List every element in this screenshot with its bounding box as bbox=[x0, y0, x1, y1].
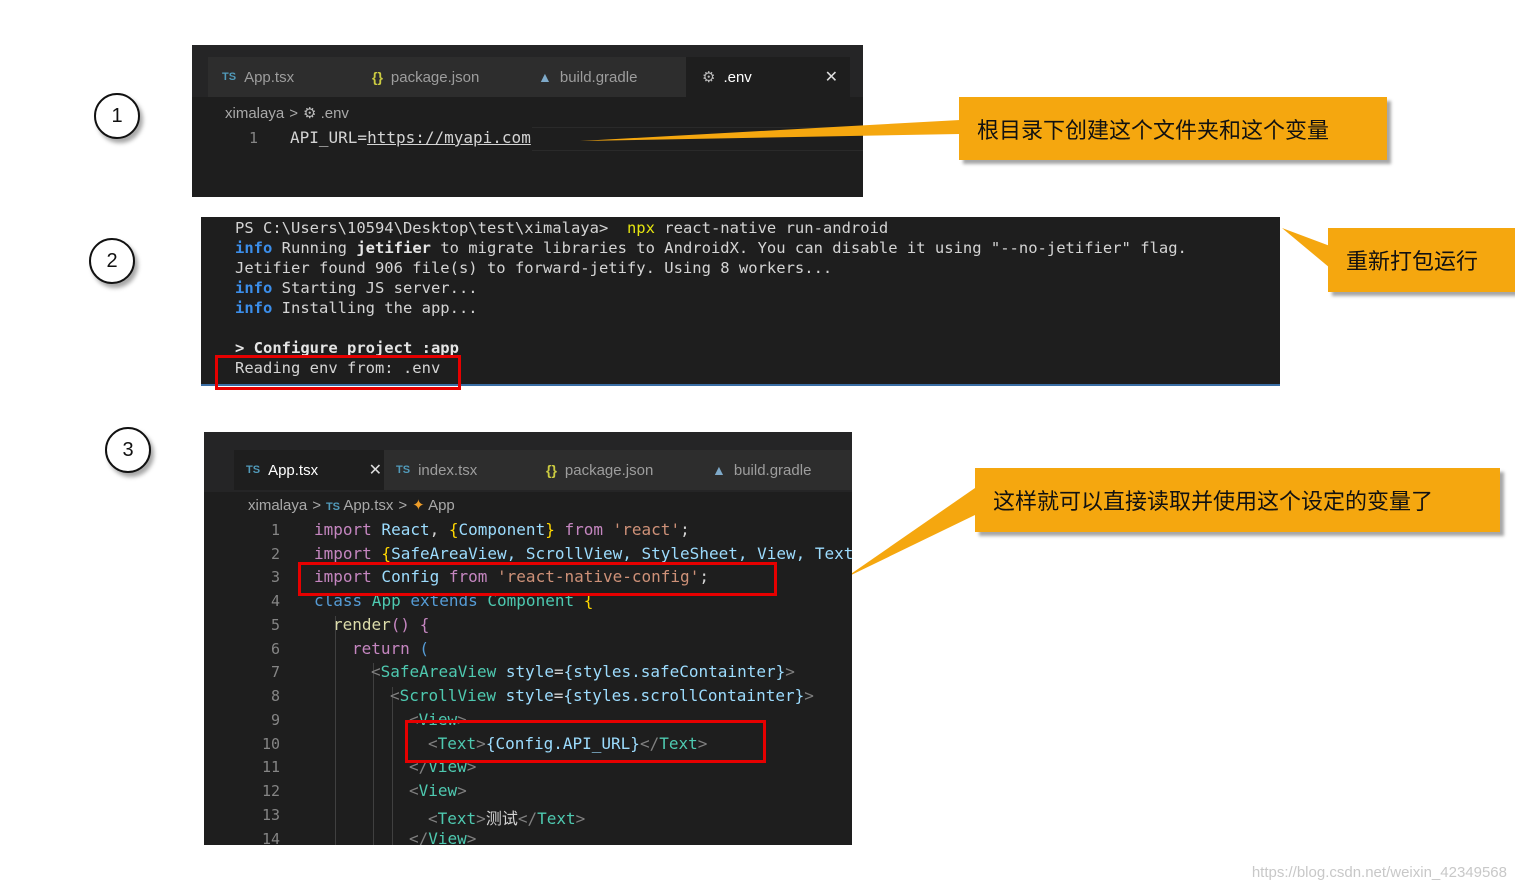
terminal-text: Running bbox=[272, 239, 357, 257]
info-label: info bbox=[235, 279, 273, 297]
line-number: 9 bbox=[270, 711, 280, 729]
info-label: info bbox=[235, 299, 273, 317]
jsx-tag: ScrollView bbox=[399, 686, 496, 705]
jsx-attr: style bbox=[496, 662, 555, 681]
info-label: info bbox=[235, 239, 273, 257]
tab-build-gradle[interactable]: ▲ build.gradle bbox=[698, 450, 852, 490]
callout-rebuild-run: 重新打包运行 bbox=[1328, 228, 1515, 292]
jsx-tag: View bbox=[418, 781, 458, 800]
code-line-12[interactable]: <View> bbox=[409, 781, 467, 800]
line-number: 5 bbox=[270, 616, 280, 634]
jsx-text: 测试 bbox=[485, 809, 518, 828]
brace: { bbox=[371, 544, 392, 563]
breadcrumb: ximalaya > TS App.tsx > ✦ App bbox=[248, 497, 455, 514]
terminal-line: info Starting JS server... bbox=[235, 279, 478, 297]
terminal-command: react-native run-android bbox=[654, 219, 889, 237]
typescript-icon: TS bbox=[246, 464, 261, 476]
identifier: Component bbox=[458, 520, 546, 539]
string: 'react' bbox=[612, 520, 681, 539]
keyword: return bbox=[352, 639, 410, 658]
tab-index-tsx[interactable]: TS index.tsx bbox=[384, 450, 544, 490]
terminal-line: info Running jetifier to migrate librari… bbox=[235, 239, 1187, 257]
line-number: 4 bbox=[270, 592, 280, 610]
line-number: 10 bbox=[261, 735, 280, 753]
highlight-import-config bbox=[298, 562, 777, 596]
indent-guide bbox=[373, 663, 374, 845]
keyword: import bbox=[314, 544, 372, 563]
breadcrumb-file[interactable]: App.tsx bbox=[343, 497, 393, 514]
terminal-line-command: PS C:\Users\10594\Desktop\test\ximalaya>… bbox=[235, 219, 888, 237]
brace: { bbox=[448, 520, 459, 539]
line-number: 3 bbox=[270, 568, 280, 586]
jsx-attr: style bbox=[495, 686, 554, 705]
jsx-tag: View bbox=[428, 829, 467, 845]
component-icon: ✦ bbox=[412, 497, 425, 514]
code-line-14[interactable]: </View> bbox=[409, 829, 476, 845]
code-line-13[interactable]: <Text>测试</Text> bbox=[428, 805, 585, 829]
indent-guide bbox=[392, 687, 393, 845]
line-number: 14 bbox=[261, 830, 280, 845]
terminal-text: to migrate libraries to AndroidX. You ca… bbox=[430, 239, 1187, 257]
indent-guide bbox=[335, 616, 336, 845]
code-line-1[interactable]: import React, {Component} from 'react'; bbox=[314, 520, 690, 539]
method: render bbox=[333, 615, 391, 634]
highlight-reading-env bbox=[215, 355, 461, 390]
identifier: SafeAreaView, ScrollView, StyleSheet, Vi… bbox=[391, 544, 852, 563]
typescript-icon: TS bbox=[325, 501, 341, 513]
line-number: 7 bbox=[270, 663, 280, 681]
line-number: 13 bbox=[261, 806, 280, 824]
terminal-npx: npx bbox=[626, 219, 655, 237]
terminal-line: info Installing the app... bbox=[235, 299, 478, 317]
punct: () { bbox=[390, 615, 430, 634]
breadcrumb-folder[interactable]: ximalaya bbox=[248, 497, 307, 514]
callout-create-env: 根目录下创建这个文件夹和这个变量 bbox=[959, 97, 1387, 160]
keyword: from bbox=[554, 520, 613, 539]
tab-label: package.json bbox=[564, 461, 654, 479]
watermark: https://blog.csdn.net/weixin_42349568 bbox=[1251, 864, 1507, 881]
close-icon[interactable]: ✕ bbox=[369, 460, 382, 480]
brace: } bbox=[545, 520, 555, 539]
json-icon: {} bbox=[546, 462, 557, 478]
jsx-tag: SafeAreaView bbox=[380, 662, 497, 681]
line-number: 12 bbox=[261, 782, 280, 800]
terminal-text: Installing the app... bbox=[272, 299, 478, 317]
typescript-icon: TS bbox=[396, 464, 411, 476]
line-number: 6 bbox=[270, 640, 280, 658]
code-line-6[interactable]: return ( bbox=[352, 639, 429, 658]
callout-read-variable: 这样就可以直接读取并使用这个设定的变量了 bbox=[975, 468, 1500, 532]
tab-label: App.tsx bbox=[268, 461, 319, 479]
line-number: 2 bbox=[270, 545, 280, 563]
gradle-elephant-icon: ▲ bbox=[712, 462, 726, 478]
code-line-7[interactable]: <SafeAreaView style={styles.safeContaint… bbox=[371, 662, 795, 681]
code-line-5[interactable]: render() { bbox=[333, 615, 429, 634]
punct: ; bbox=[680, 520, 690, 539]
editor-tab-bar: TS App.tsx ✕ TS index.tsx {} package.jso… bbox=[204, 432, 852, 492]
identifier: React bbox=[371, 520, 430, 539]
line-number: 1 bbox=[270, 521, 280, 539]
punct: , bbox=[429, 520, 449, 539]
jsx-tag: Text bbox=[437, 809, 477, 828]
highlight-config-api-url bbox=[405, 720, 766, 763]
jsx-tag: Text bbox=[537, 809, 576, 828]
terminal-prompt: PS C:\Users\10594\Desktop\test\ximalaya> bbox=[235, 219, 618, 237]
line-number: 8 bbox=[270, 687, 280, 705]
terminal-text: Starting JS server... bbox=[272, 279, 478, 297]
breadcrumb-symbol[interactable]: App bbox=[428, 497, 455, 514]
code-line-2[interactable]: import {SafeAreaView, ScrollView, StyleS… bbox=[314, 544, 852, 563]
tab-label: build.gradle bbox=[733, 461, 812, 479]
line-number: 11 bbox=[261, 758, 280, 776]
jsx-value: {styles.safeContainter} bbox=[563, 662, 786, 681]
code-line-8[interactable]: <ScrollView style={styles.scrollContaint… bbox=[390, 686, 814, 705]
keyword: import bbox=[314, 520, 372, 539]
tab-package-json[interactable]: {} package.json bbox=[534, 450, 708, 490]
punct: ( bbox=[409, 639, 430, 658]
terminal-bold-text: jetifier bbox=[356, 239, 431, 257]
tab-label: index.tsx bbox=[418, 461, 478, 479]
terminal-line: Jetifier found 906 file(s) to forward-je… bbox=[235, 259, 833, 277]
app-tsx-editor-panel: TS App.tsx ✕ TS index.tsx {} package.jso… bbox=[204, 432, 852, 845]
tab-app-tsx[interactable]: TS App.tsx ✕ bbox=[234, 450, 394, 490]
jsx-value: {styles.scrollContainter} bbox=[563, 686, 805, 705]
